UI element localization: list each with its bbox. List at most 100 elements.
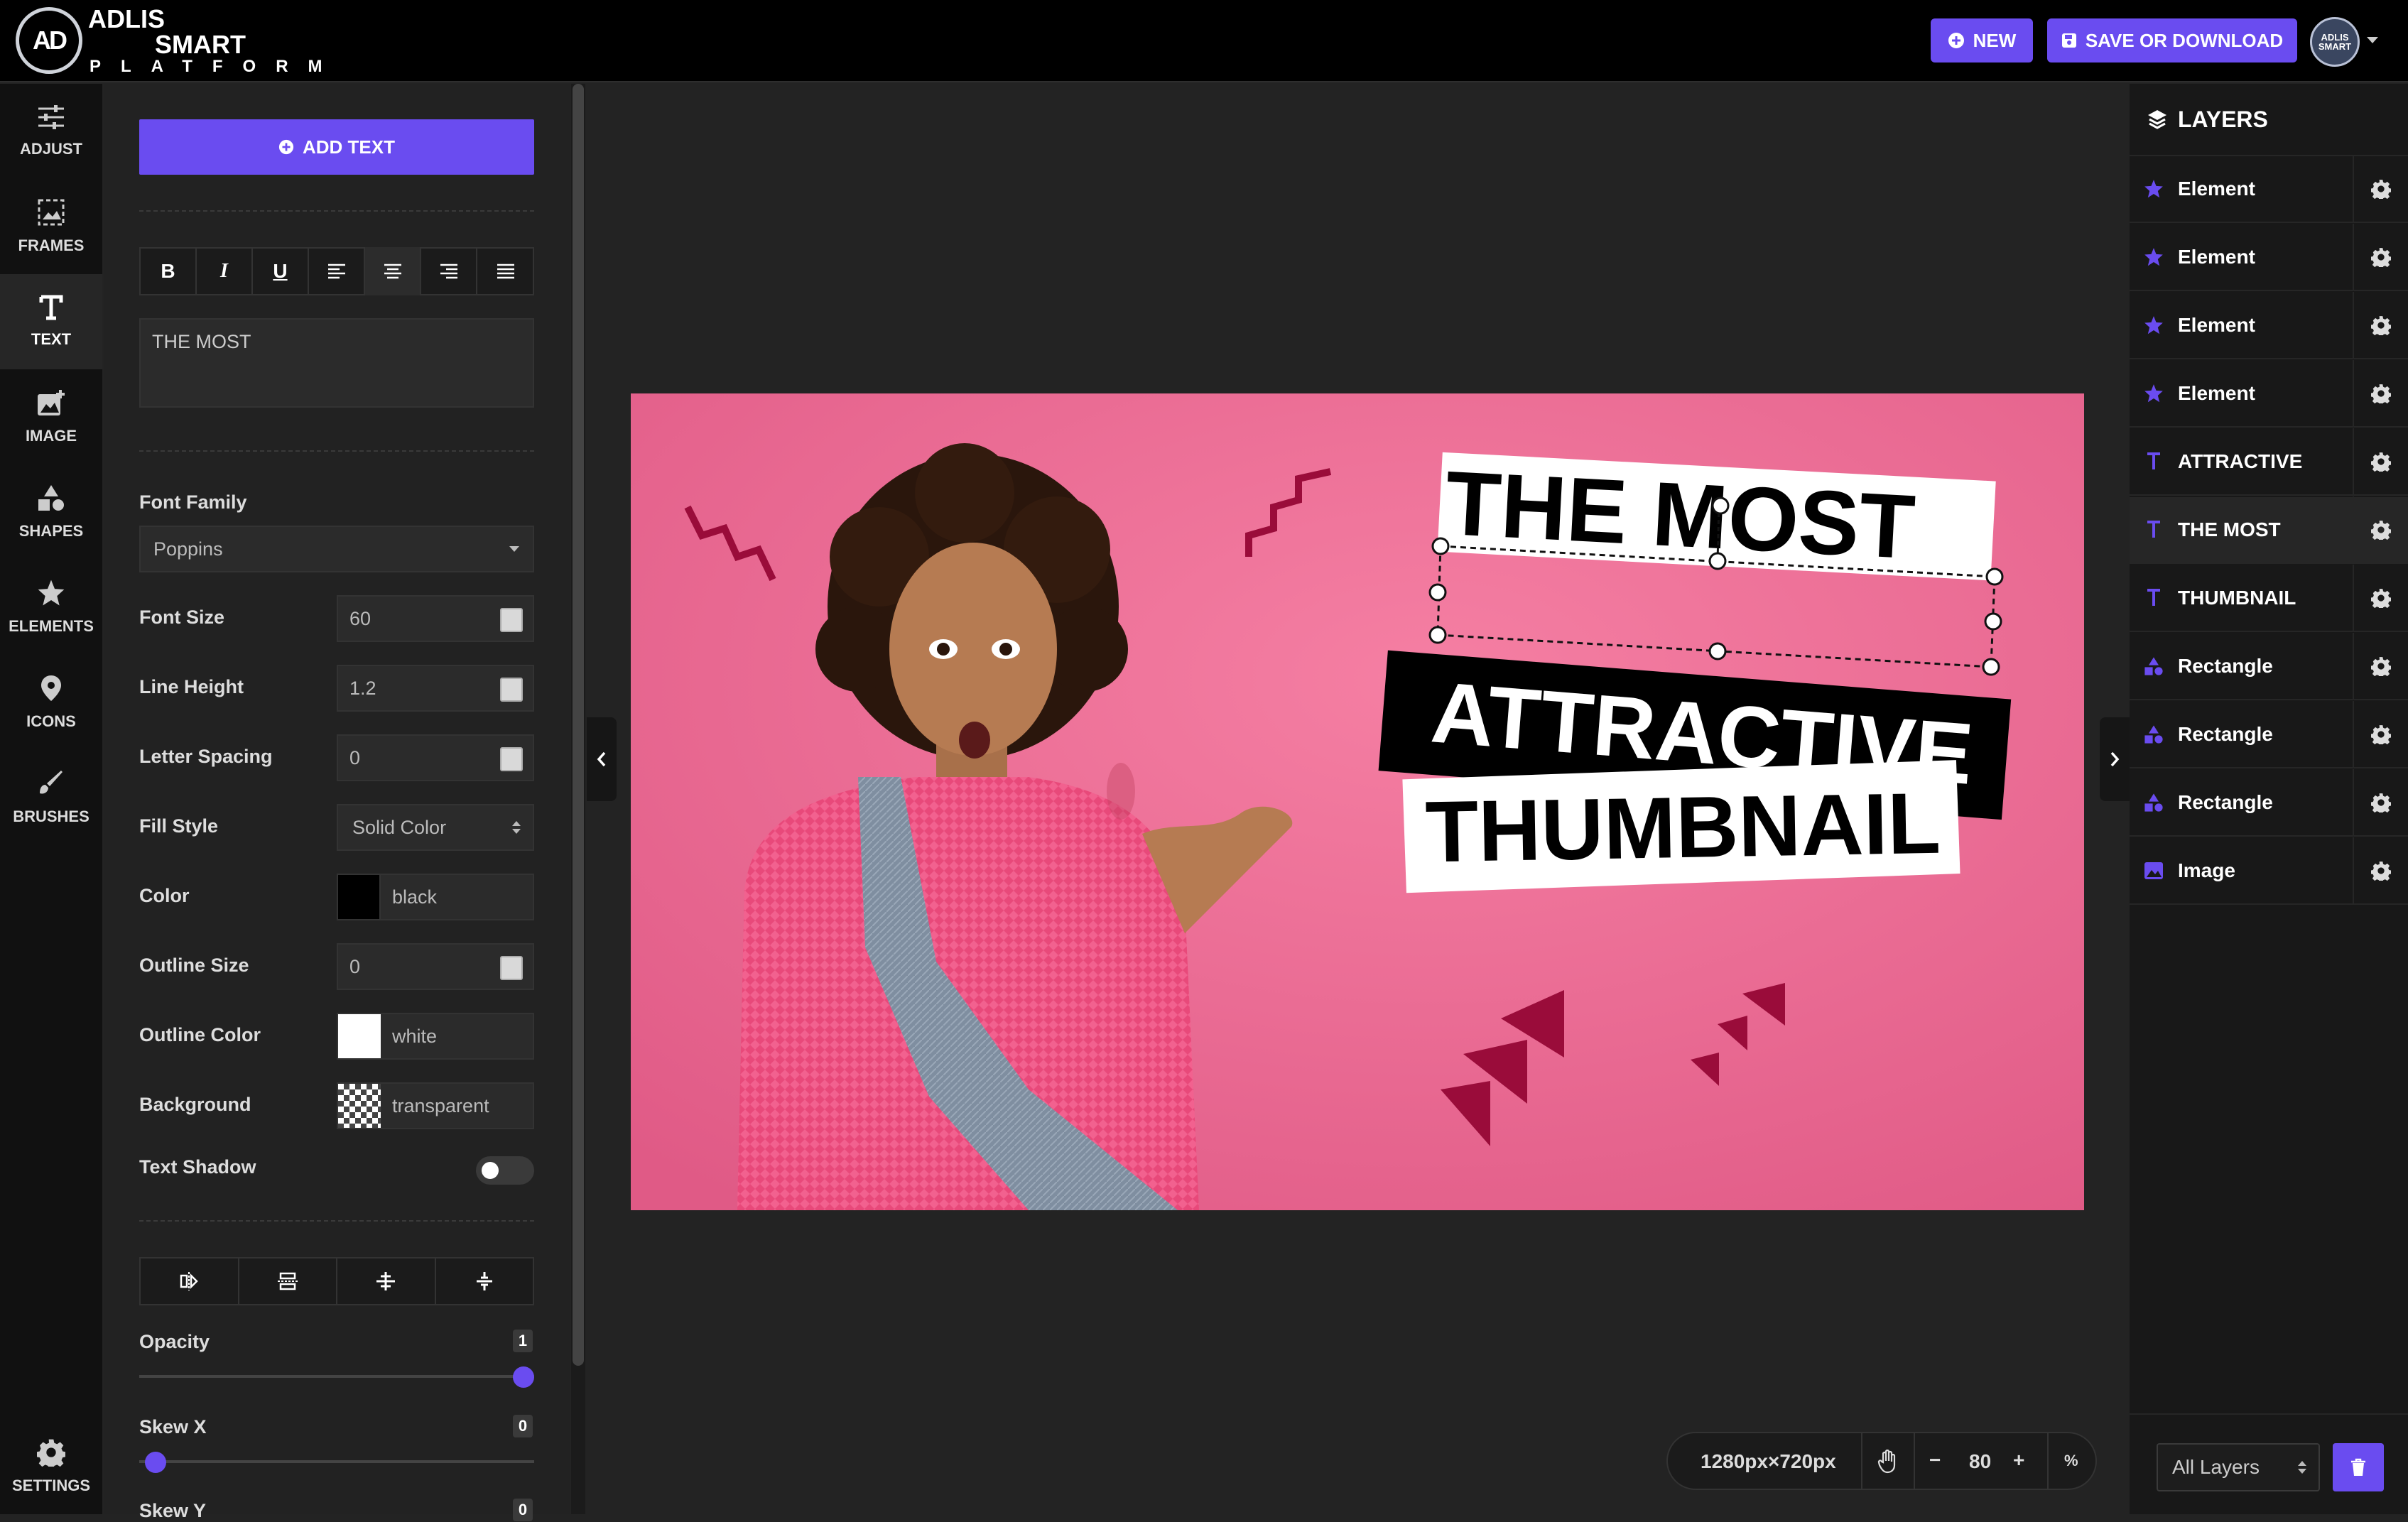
collapse-left-panel-button[interactable] [587,717,617,801]
canvas-text-thumbnail[interactable]: THUMBNAIL [1425,775,1941,881]
layer-settings-button[interactable] [2353,360,2408,427]
layer-settings-button[interactable] [2353,292,2408,359]
select-arrows-icon [512,821,521,834]
text-icon [2147,452,2160,469]
design-canvas[interactable]: THE MOST ATTRACTIVE THUMBNAIL [631,393,2084,1210]
align-vertical-center-button[interactable] [337,1259,436,1304]
color-swatch[interactable] [338,875,381,919]
rail-item-settings[interactable]: SETTINGS [0,1419,102,1514]
outline-size-stepper[interactable] [500,956,523,980]
outline-size-input[interactable]: 0 [337,943,534,990]
shapes-icon [2144,725,2163,744]
font-size-input[interactable]: 60 [337,595,534,642]
frame-icon [38,199,65,226]
new-button[interactable]: NEW [1931,18,2033,62]
layer-filter-select[interactable]: All Layers [2157,1443,2320,1491]
layer-settings-button[interactable] [2353,701,2408,768]
italic-button[interactable]: I [197,247,253,295]
layer-row[interactable]: Element [2130,224,2408,291]
font-family-select[interactable]: Poppins [139,526,534,572]
layer-row[interactable]: THUMBNAIL [2130,565,2408,632]
zoom-in-button[interactable]: + [2013,1449,2024,1472]
collapse-right-panel-button[interactable] [2100,717,2130,801]
line-height-input[interactable]: 1.2 [337,665,534,712]
text-content-input[interactable]: THE MOST [139,318,534,408]
layer-name: Rectangle [2178,791,2273,813]
layer-row[interactable]: THE MOST [2130,496,2408,564]
background-swatch[interactable] [338,1084,381,1128]
layer-type-icon [2138,452,2169,471]
outline-color-input[interactable]: white [337,1013,534,1060]
flip-vertical-button[interactable] [239,1259,337,1304]
line-height-stepper[interactable] [500,678,523,702]
avatar[interactable]: ADLIS SMART [2310,17,2360,67]
layer-type-icon [2138,315,2169,335]
layer-row[interactable]: Element [2130,156,2408,223]
outline-color-swatch[interactable] [338,1014,381,1058]
layer-settings-button[interactable] [2353,156,2408,222]
rail-item-image[interactable]: IMAGE [0,369,102,464]
layer-row[interactable]: Image [2130,837,2408,905]
underline-button[interactable]: U [253,247,309,295]
letter-spacing-input[interactable]: 0 [337,734,534,781]
layer-name: Element [2178,382,2255,404]
background-input[interactable]: transparent [337,1082,534,1129]
layer-type-icon [2138,521,2169,539]
plus-circle-icon [1948,33,1964,48]
layer-settings-button[interactable] [2353,224,2408,290]
layer-settings-button[interactable] [2353,769,2408,836]
bold-button[interactable]: B [141,247,197,295]
color-input[interactable]: black [337,874,534,920]
star-icon [38,580,65,606]
align-left-button[interactable] [309,247,365,295]
add-text-button[interactable]: ADD TEXT [139,119,534,175]
opacity-slider-handle[interactable] [513,1366,534,1388]
rail-item-elements[interactable]: ELEMENTS [0,560,102,655]
layer-row[interactable]: ATTRACTIVE [2130,428,2408,496]
align-horizontal-center-button[interactable] [436,1259,533,1304]
layer-settings-button[interactable] [2353,428,2408,495]
align-right-button[interactable] [421,247,477,295]
layer-name: THE MOST [2178,518,2281,540]
zoom-out-button[interactable]: − [1929,1449,1941,1472]
layer-row[interactable]: Rectangle [2130,633,2408,700]
flip-horizontal-button[interactable] [141,1259,239,1304]
align-justify-button[interactable] [477,247,533,295]
star-icon [2144,248,2163,266]
divider [139,450,534,452]
rail-label-brushes: BRUSHES [13,808,90,825]
rail-item-shapes[interactable]: SHAPES [0,464,102,560]
line-height-label: Line Height [139,676,244,697]
align-center-button[interactable] [365,247,421,295]
layer-name: Image [2178,859,2235,881]
layer-settings-button[interactable] [2353,633,2408,700]
logo-line-3: PLATFORM [90,57,342,76]
layer-row[interactable]: Element [2130,360,2408,428]
delete-layer-button[interactable] [2333,1443,2384,1491]
panel-scrollbar-thumb[interactable] [573,84,584,1366]
rail-item-icons[interactable]: ICONS [0,655,102,750]
layer-row[interactable]: Rectangle [2130,769,2408,837]
avatar-text: ADLIS SMART [2318,32,2352,52]
layer-row[interactable]: Element [2130,292,2408,359]
rail-item-text[interactable]: TEXT [0,274,102,369]
rail-item-frames[interactable]: FRAMES [0,179,102,274]
skew-x-slider-handle[interactable] [145,1452,166,1473]
rail-item-brushes[interactable]: BRUSHES [0,750,102,845]
text-shadow-toggle[interactable] [476,1156,534,1185]
zoom-percent-button[interactable]: % [2064,1452,2078,1470]
layer-settings-button[interactable] [2353,496,2408,563]
layer-settings-button[interactable] [2353,565,2408,631]
save-or-download-button[interactable]: SAVE OR DOWNLOAD [2047,18,2297,62]
layer-settings-button[interactable] [2353,837,2408,904]
font-size-stepper[interactable] [500,608,523,632]
opacity-slider[interactable] [139,1375,534,1378]
fill-style-select[interactable]: Solid Color [337,804,534,851]
layer-row[interactable]: Rectangle [2130,701,2408,768]
outline-color-label: Outline Color [139,1024,261,1045]
chevron-down-icon[interactable] [2365,36,2380,45]
skew-x-slider[interactable] [139,1460,534,1463]
pan-tool-button[interactable] [1868,1442,1908,1482]
letter-spacing-stepper[interactable] [500,747,523,771]
rail-item-adjust[interactable]: ADJUST [0,84,102,179]
